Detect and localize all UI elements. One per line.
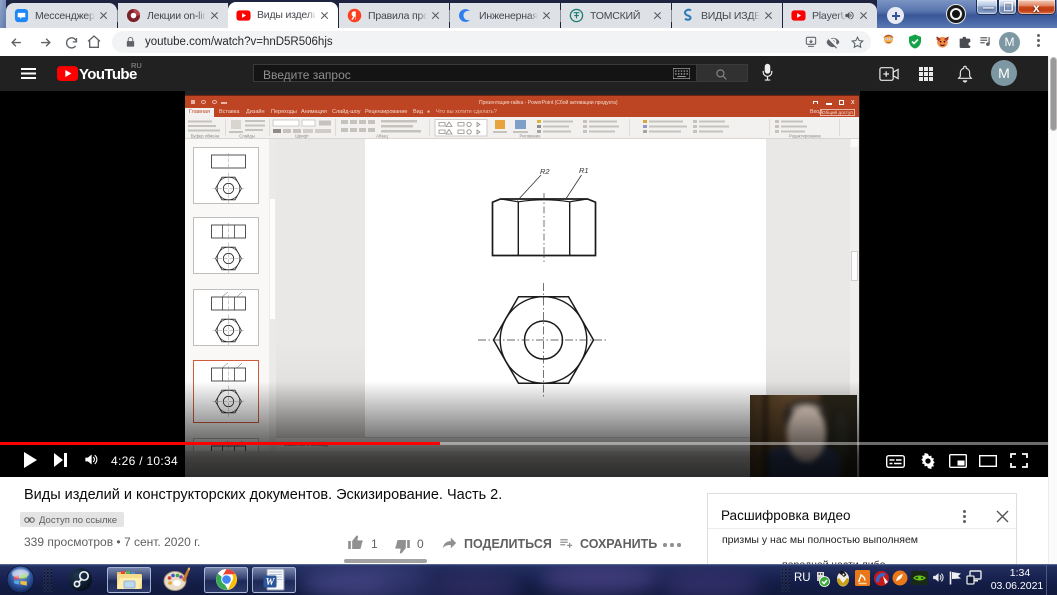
svg-text:Шрифт: Шрифт [295,134,309,139]
svg-text:Абзац: Абзац [376,134,388,139]
svg-text:Буфер обмена: Буфер обмена [191,134,220,139]
svg-text:R1: R1 [579,166,589,175]
svg-text:R2: R2 [540,167,550,176]
svg-text:Редактирование: Редактирование [789,134,822,139]
svg-text:W: W [266,577,276,588]
svg-text:Рисование: Рисование [519,134,541,139]
svg-text:Слайды: Слайды [239,134,255,139]
